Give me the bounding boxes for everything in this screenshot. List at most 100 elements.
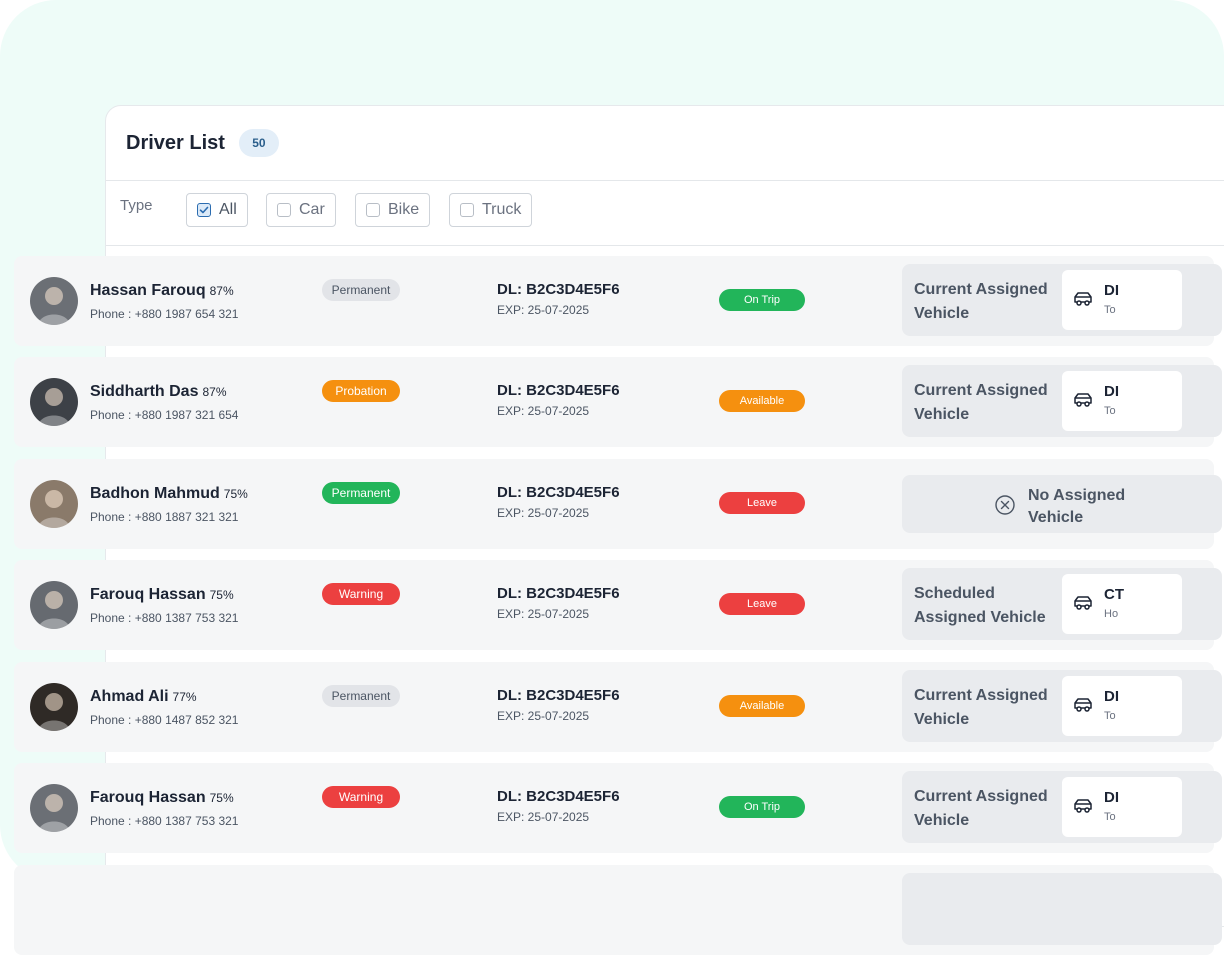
vehicle-card[interactable]: DI To (1062, 270, 1182, 330)
filter-car-checkbox[interactable]: Car (266, 193, 336, 227)
driver-name-text: Hassan Farouq (90, 282, 206, 299)
driver-row[interactable]: Badhon Mahmud 75% Phone : +880 1887 321 3… (14, 459, 1222, 549)
driver-name-text: Ahmad Ali (90, 688, 169, 705)
driver-name: Ahmad Ali 77% (90, 688, 197, 706)
avatar (30, 683, 78, 731)
assigned-vehicle-panel[interactable]: Current Assigned Vehicle DI To (902, 264, 1222, 336)
car-icon (1072, 290, 1094, 313)
close-circle-icon (994, 494, 1016, 521)
driver-name: Hassan Farouq 87% (90, 282, 234, 300)
vehicle-assignment-label: Current Assigned Vehicle (914, 687, 1048, 728)
license-expiry: EXP: 25-07-2025 (497, 303, 590, 317)
checkbox-icon (277, 203, 291, 217)
license-number: DL: B2C3D4E5F6 (497, 382, 620, 399)
driver-row[interactable]: Farouq Hassan 75% Phone : +880 1387 753 3… (14, 763, 1222, 853)
checkbox-icon (460, 203, 474, 217)
driver-phone: Phone : +880 1987 321 654 (90, 408, 239, 422)
driver-row[interactable]: Hassan Farouq 87% Phone : +880 1987 654 3… (14, 256, 1222, 346)
driver-phone: Phone : +880 1387 753 321 (90, 611, 239, 625)
status-badge: On Trip (719, 289, 805, 311)
driver-score: 75% (209, 588, 234, 602)
avatar (30, 784, 78, 832)
vehicle-subtext: Ho (1104, 608, 1119, 620)
driver-row[interactable]: Ahmad Ali 77% Phone : +880 1487 852 321 P… (14, 662, 1222, 752)
checkbox-icon (366, 203, 380, 217)
assigned-vehicle-panel[interactable]: Current Assigned Vehicle DI To (902, 771, 1222, 843)
driver-phone: Phone : +880 1987 654 321 (90, 307, 239, 321)
license-expiry: EXP: 25-07-2025 (497, 810, 590, 824)
avatar (30, 277, 78, 325)
driver-name-text: Badhon Mahmud (90, 485, 220, 502)
employment-type-badge: Warning (322, 786, 400, 808)
license-number: DL: B2C3D4E5F6 (497, 281, 620, 298)
status-badge: Available (719, 390, 805, 412)
employment-type-badge: Permanent (322, 279, 400, 301)
license-expiry: EXP: 25-07-2025 (497, 404, 590, 418)
license-expiry: EXP: 25-07-2025 (497, 506, 590, 520)
vehicle-assignment-label: Current Assigned Vehicle (914, 281, 1048, 322)
type-filter-bar: Type All Car Bike Truck (106, 181, 1224, 246)
vehicle-subtext: To (1104, 710, 1116, 722)
driver-name-text: Farouq Hassan (90, 586, 206, 603)
driver-name: Badhon Mahmud 75% (90, 485, 248, 503)
assigned-vehicle-panel[interactable]: Current Assigned Vehicle DI To (902, 670, 1222, 742)
no-vehicle-label: No Assigned Vehicle (1028, 487, 1126, 526)
driver-phone: Phone : +880 1887 321 321 (90, 510, 239, 524)
driver-row[interactable]: Farouq Hassan 75% Phone : +880 1387 753 3… (14, 560, 1222, 650)
assigned-vehicle-panel[interactable] (902, 873, 1222, 945)
employment-type-badge: Permanent (322, 685, 400, 707)
avatar (30, 581, 78, 629)
license-number: DL: B2C3D4E5F6 (497, 687, 620, 704)
checkbox-checked-icon (197, 203, 211, 217)
filter-label: Type (120, 197, 153, 214)
filter-bike-checkbox[interactable]: Bike (355, 193, 431, 227)
license-number: DL: B2C3D4E5F6 (497, 585, 620, 602)
status-badge: On Trip (719, 796, 805, 818)
license-number: DL: B2C3D4E5F6 (497, 788, 620, 805)
driver-name-text: Farouq Hassan (90, 789, 206, 806)
car-icon (1072, 391, 1094, 414)
driver-score: 75% (209, 791, 234, 805)
driver-name: Siddharth Das 87% (90, 383, 227, 401)
status-badge: Leave (719, 492, 805, 514)
vehicle-card[interactable]: DI To (1062, 777, 1182, 837)
filter-bike-label: Bike (388, 201, 420, 218)
filter-truck-checkbox[interactable]: Truck (449, 193, 533, 227)
vehicle-assignment-label: Current Assigned Vehicle (914, 788, 1048, 829)
employment-type-badge: Permanent (322, 482, 400, 504)
page-title: Driver List (126, 131, 225, 154)
car-icon (1072, 797, 1094, 820)
vehicle-subtext: To (1104, 811, 1116, 823)
car-icon (1072, 594, 1094, 617)
vehicle-card[interactable]: CT Ho (1062, 574, 1182, 634)
driver-name: Farouq Hassan 75% (90, 789, 234, 807)
card-header: Driver List 50 (106, 106, 1224, 181)
car-icon (1072, 696, 1094, 719)
driver-row[interactable] (14, 865, 1222, 955)
vehicle-code: DI (1104, 282, 1119, 299)
driver-phone: Phone : +880 1487 852 321 (90, 713, 239, 727)
status-badge: Available (719, 695, 805, 717)
driver-row[interactable]: Siddharth Das 87% Phone : +880 1987 321 6… (14, 357, 1222, 447)
filter-car-label: Car (299, 201, 325, 218)
vehicle-code: DI (1104, 688, 1119, 705)
avatar (30, 378, 78, 426)
vehicle-card[interactable]: DI To (1062, 676, 1182, 736)
driver-phone: Phone : +880 1387 753 321 (90, 814, 239, 828)
assigned-vehicle-panel[interactable]: Current Assigned Vehicle DI To (902, 365, 1222, 437)
vehicle-subtext: To (1104, 304, 1116, 316)
license-number: DL: B2C3D4E5F6 (497, 484, 620, 501)
employment-type-badge: Warning (322, 583, 400, 605)
driver-name-text: Siddharth Das (90, 383, 199, 400)
vehicle-assignment-label: Current Assigned Vehicle (914, 382, 1048, 423)
vehicle-subtext: To (1104, 405, 1116, 417)
filter-all-checkbox[interactable]: All (186, 193, 248, 227)
assigned-vehicle-panel[interactable]: Scheduled Assigned Vehicle CT Ho (902, 568, 1222, 640)
driver-count-badge: 50 (238, 129, 279, 157)
status-badge: Leave (719, 593, 805, 615)
vehicle-card[interactable]: DI To (1062, 371, 1182, 431)
driver-score: 77% (172, 690, 197, 704)
vehicle-code: DI (1104, 789, 1119, 806)
driver-score: 75% (223, 487, 248, 501)
driver-name: Farouq Hassan 75% (90, 586, 234, 604)
